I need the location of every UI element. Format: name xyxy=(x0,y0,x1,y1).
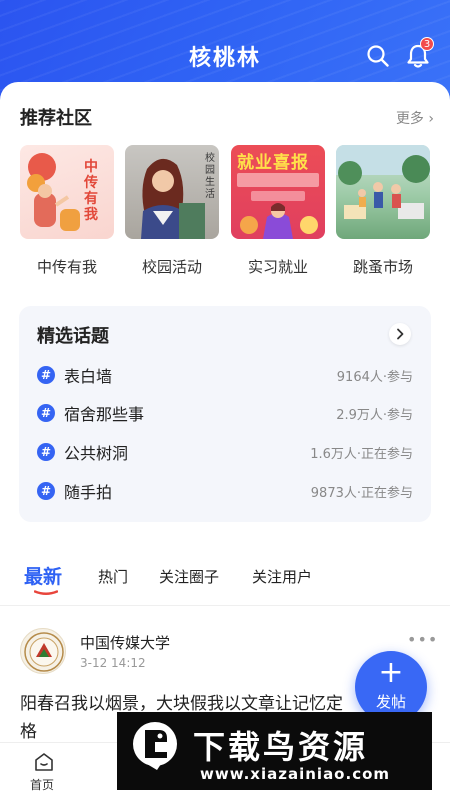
community-label: 跳蚤市场 xyxy=(352,258,413,276)
more-options-icon[interactable]: ••• xyxy=(407,630,438,649)
hashtag-icon: # xyxy=(37,482,55,500)
community-thumb-4 xyxy=(336,145,430,239)
community-card-3[interactable]: 就业喜报 实习就业 xyxy=(231,145,325,277)
topic-row[interactable]: # 随手拍 9873人·正在参与 xyxy=(37,479,413,503)
home-icon[interactable] xyxy=(33,752,55,772)
topic-name: 表白墙 xyxy=(64,367,113,386)
tab-latest[interactable]: 最新 xyxy=(24,562,62,589)
community-label: 校园活动 xyxy=(141,258,202,276)
topic-name: 宿舍那些事 xyxy=(64,405,145,424)
topic-row[interactable]: # 宿舍那些事 2.9万人·参与 xyxy=(37,401,413,425)
community-thumb-1: 中传有我 xyxy=(20,145,114,239)
community-thumb-text-1: 中传有我 xyxy=(84,159,98,223)
community-thumb-3: 就业喜报 xyxy=(231,145,325,239)
watermark-title: 下载鸟资源 xyxy=(193,728,369,766)
topic-row[interactable]: # 公共树洞 1.6万人·正在参与 xyxy=(37,440,413,464)
author-avatar[interactable] xyxy=(20,628,66,674)
featured-topics-card: 精选话题 # 表白墙 9164人·参与 # 宿舍那些事 2.9万人·参与 # 公… xyxy=(19,306,431,522)
topics-title: 精选话题 xyxy=(37,326,109,347)
topic-name: 随手拍 xyxy=(64,483,113,502)
topic-participants: 9164人·参与 xyxy=(336,370,413,385)
community-label: 中传有我 xyxy=(36,258,97,276)
community-card-2[interactable]: 校园生活 校园活动 xyxy=(125,145,219,277)
more-label: 更多 xyxy=(395,111,424,127)
hashtag-icon: # xyxy=(37,443,55,461)
topic-participants: 9873人·正在参与 xyxy=(310,486,413,501)
active-tab-indicator xyxy=(34,590,58,595)
search-icon[interactable] xyxy=(366,44,390,68)
tab-hot[interactable]: 热门 xyxy=(98,566,128,587)
tab-followed-circles[interactable]: 关注圈子 xyxy=(159,566,219,587)
topic-row[interactable]: # 表白墙 9164人·参与 xyxy=(37,363,413,387)
notification-badge: 3 xyxy=(420,37,434,51)
tab-followed-users[interactable]: 关注用户 xyxy=(252,566,312,587)
topic-participants: 1.6万人·正在参与 xyxy=(310,447,413,462)
watermark-url: www.xiazainiao.com xyxy=(200,765,391,783)
topic-name: 公共树洞 xyxy=(64,444,129,463)
feed-tabs: 最新 热门 关注圈子 关注用户 xyxy=(0,560,450,606)
chevron-right-icon: › xyxy=(428,111,434,127)
topic-participants: 2.9万人·参与 xyxy=(336,408,413,423)
plus-icon: + xyxy=(378,655,404,690)
nav-home-label[interactable]: 首页 xyxy=(30,776,54,793)
community-card-4[interactable]: 跳蚤市场 xyxy=(336,145,430,277)
hashtag-icon: # xyxy=(37,404,55,422)
community-thumb-2: 校园生活 xyxy=(125,145,219,239)
community-card-1[interactable]: 中传有我 中传有我 xyxy=(20,145,114,277)
community-thumb-text-2: 校园生活 xyxy=(205,153,215,200)
communities-title: 推荐社区 xyxy=(20,108,92,129)
new-post-label: 发帖 xyxy=(375,693,406,711)
topics-more-button[interactable] xyxy=(389,323,411,345)
hashtag-icon: # xyxy=(37,366,55,384)
post-timestamp: 3-12 14:12 xyxy=(80,656,146,670)
bird-logo-icon xyxy=(133,722,177,770)
chevron-right-icon xyxy=(397,328,404,340)
post-author[interactable]: 中国传媒大学 xyxy=(80,632,170,653)
community-label: 实习就业 xyxy=(247,258,308,276)
communities-more-link[interactable]: 更多 › xyxy=(396,108,434,128)
